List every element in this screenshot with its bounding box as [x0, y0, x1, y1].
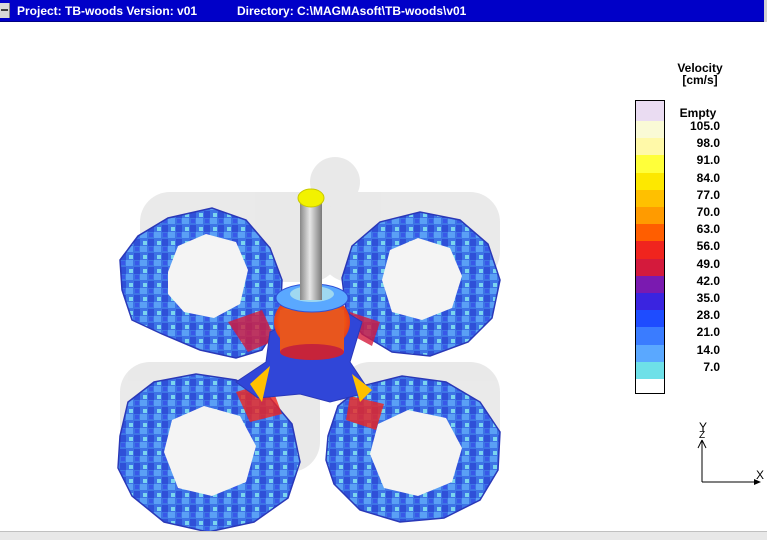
- legend-swatch: [636, 189, 664, 208]
- project-title: Project: TB-woods Version: v01: [17, 4, 198, 18]
- simulation-viewport[interactable]: Velocity [cm/s] Empty 105.0 98.0 91.0 84.0 7…: [0, 22, 767, 533]
- legend-value-label: 77.0: [696, 187, 720, 202]
- legend-swatch: [636, 172, 664, 191]
- legend-swatch: [636, 121, 664, 139]
- legend-title: Velocity [cm/s]: [677, 61, 723, 87]
- legend-value-label: 56.0: [696, 239, 720, 254]
- legend-swatch: [636, 361, 664, 380]
- legend-value-label: 84.0: [696, 170, 720, 185]
- legend-value-label: 70.0: [696, 205, 720, 219]
- legend-swatch: [636, 155, 664, 174]
- legend-empty-swatch: [636, 101, 664, 121]
- title-bar[interactable]: Project: TB-woods Version: v01 Directory…: [0, 0, 767, 22]
- ring-casting-top-right: [341, 211, 501, 357]
- legend-value-label: 21.0: [696, 325, 720, 340]
- legend-swatch: [636, 327, 664, 346]
- directory-title: Directory: C:\MAGMAsoft\TB-woods\v01: [237, 4, 467, 18]
- legend-swatch: [636, 344, 664, 363]
- legend-swatch: [636, 310, 664, 328]
- legend-value-label: 42.0: [696, 273, 720, 288]
- legend-value-label: 7.0: [703, 359, 720, 374]
- legend-swatch: [636, 241, 664, 260]
- legend-empty-label: Empty: [679, 106, 717, 120]
- legend-swatch: [636, 138, 664, 156]
- legend-value-label: 63.0: [696, 222, 720, 237]
- legend-value-label: 105.0: [689, 119, 720, 133]
- legend-swatch: [636, 258, 664, 277]
- velocity-color-scale: [635, 100, 665, 394]
- sprue: [297, 188, 325, 300]
- legend-swatch: [636, 275, 664, 294]
- legend-value-label: 28.0: [696, 308, 720, 323]
- legend-swatch: [636, 207, 664, 225]
- axis-z-label: Z: [699, 430, 706, 441]
- legend-value-label: 91.0: [696, 153, 720, 168]
- ring-casting-bottom-right: [325, 375, 501, 523]
- legend-value-label: 35.0: [696, 291, 720, 305]
- axis-x-label: X: [756, 468, 765, 482]
- legend-swatch: [636, 224, 664, 242]
- axis-triad: Y Z X: [690, 420, 767, 488]
- legend-value-label: 49.0: [696, 256, 720, 271]
- legend-value-label: 14.0: [696, 342, 720, 357]
- legend-swatch: [636, 293, 664, 311]
- legend-value-label: 98.0: [696, 136, 720, 151]
- system-menu-icon[interactable]: [0, 3, 10, 18]
- ring-casting-bottom-left: [117, 373, 301, 533]
- status-strip: [0, 531, 767, 540]
